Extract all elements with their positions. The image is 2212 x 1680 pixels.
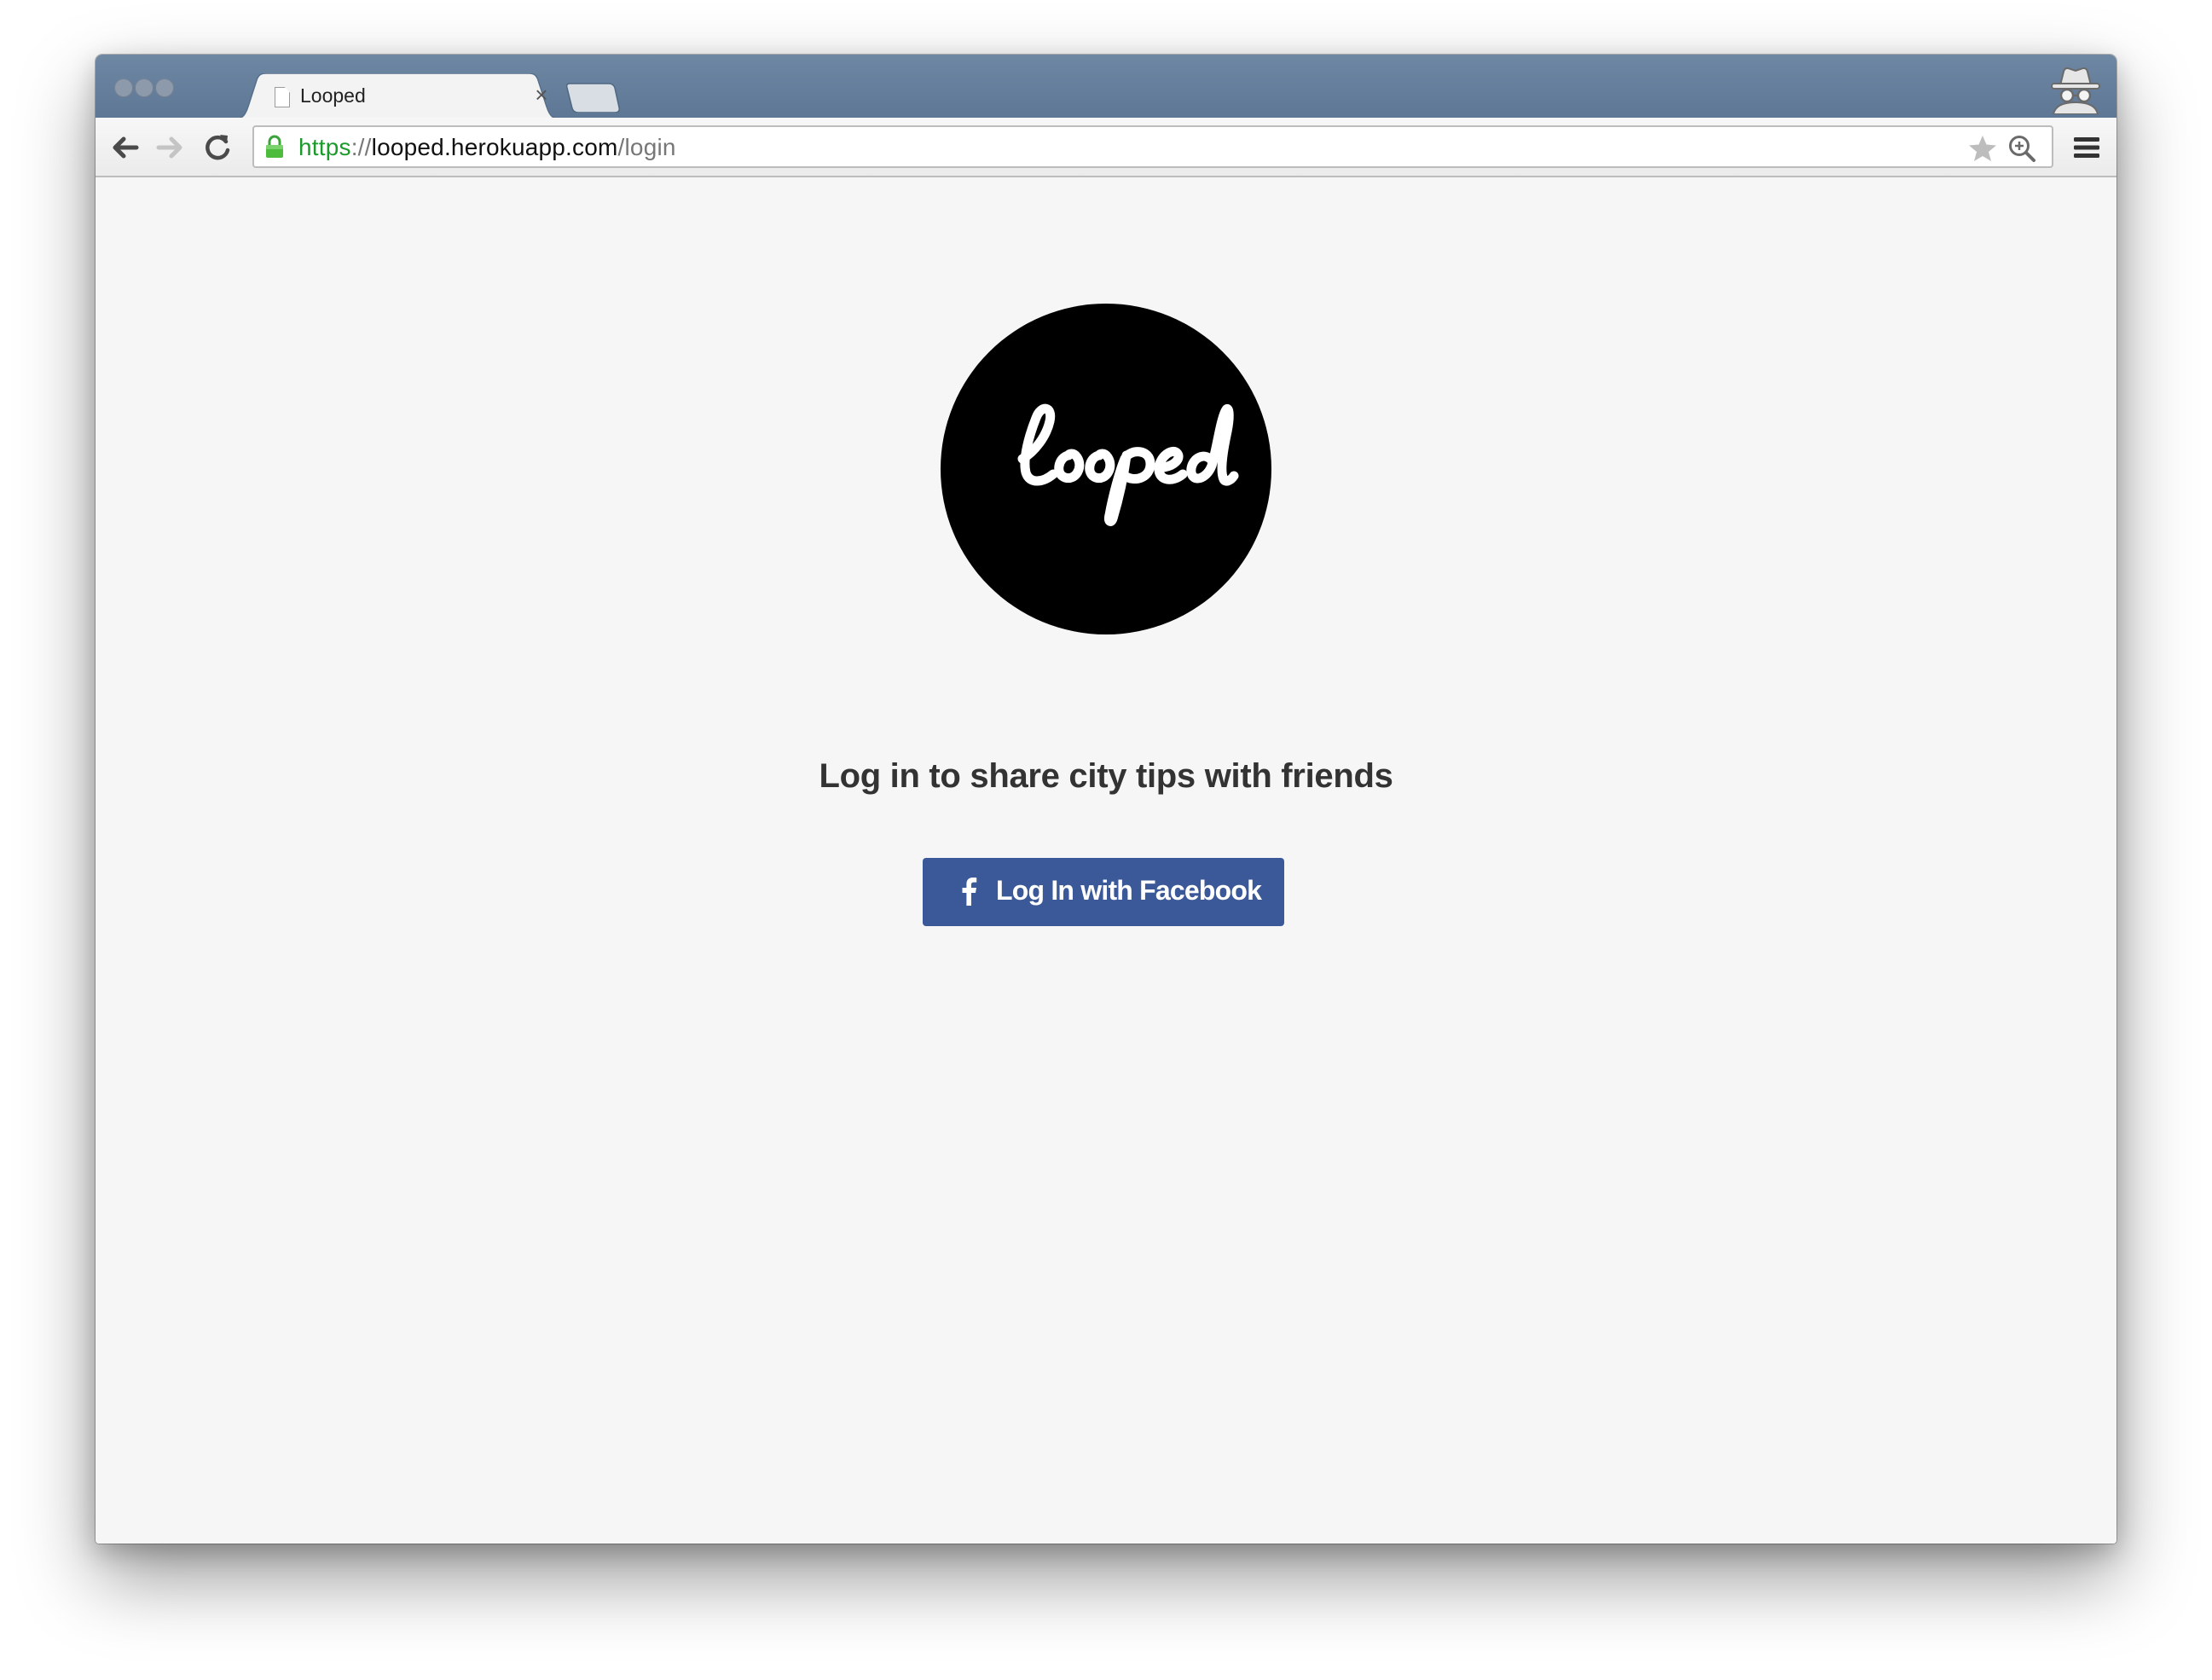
incognito-icon[interactable] <box>2048 65 2103 114</box>
hamburger-menu-icon[interactable] <box>2074 136 2099 159</box>
forward-arrow-icon[interactable] <box>152 130 188 165</box>
close-window-button[interactable] <box>114 78 133 97</box>
reload-icon[interactable] <box>200 130 235 165</box>
url-host: looped.herokuapp.com <box>371 134 618 160</box>
url-text[interactable]: https://looped.herokuapp.com/login <box>298 134 676 161</box>
browser-toolbar: https://looped.herokuapp.com/login <box>96 118 2116 177</box>
minimize-window-button[interactable] <box>135 78 153 97</box>
url-path: /login <box>617 134 676 160</box>
zoom-icon[interactable] <box>2007 134 2036 163</box>
address-bar[interactable]: https://looped.herokuapp.com/login <box>252 125 2053 168</box>
facebook-login-button[interactable]: Log In with Facebook <box>923 858 1284 926</box>
zoom-window-button[interactable] <box>155 78 174 97</box>
new-tab-button[interactable] <box>566 82 621 113</box>
page-content: Log in to share city tips with friends L… <box>96 177 2116 1544</box>
screenshot-stage: Looped × https://looped.herokuapp.com/lo… <box>0 0 2212 1680</box>
url-separator: :// <box>350 134 372 160</box>
back-arrow-icon[interactable] <box>107 130 143 165</box>
looped-logo <box>941 304 1271 634</box>
tab-looped[interactable]: Looped × <box>232 73 563 119</box>
tab-close-button[interactable]: × <box>530 82 553 107</box>
facebook-login-label: Log In with Facebook <box>996 875 1262 906</box>
tab-title: Looped <box>300 84 366 107</box>
login-tagline: Log in to share city tips with friends <box>819 757 1393 795</box>
lock-icon <box>266 135 283 158</box>
browser-window: Looped × https://looped.herokuapp.com/lo… <box>96 55 2116 1544</box>
url-scheme: https <box>298 134 351 160</box>
star-icon[interactable] <box>1968 135 1997 162</box>
tab-strip: Looped × <box>96 55 2116 119</box>
facebook-icon <box>962 878 977 906</box>
